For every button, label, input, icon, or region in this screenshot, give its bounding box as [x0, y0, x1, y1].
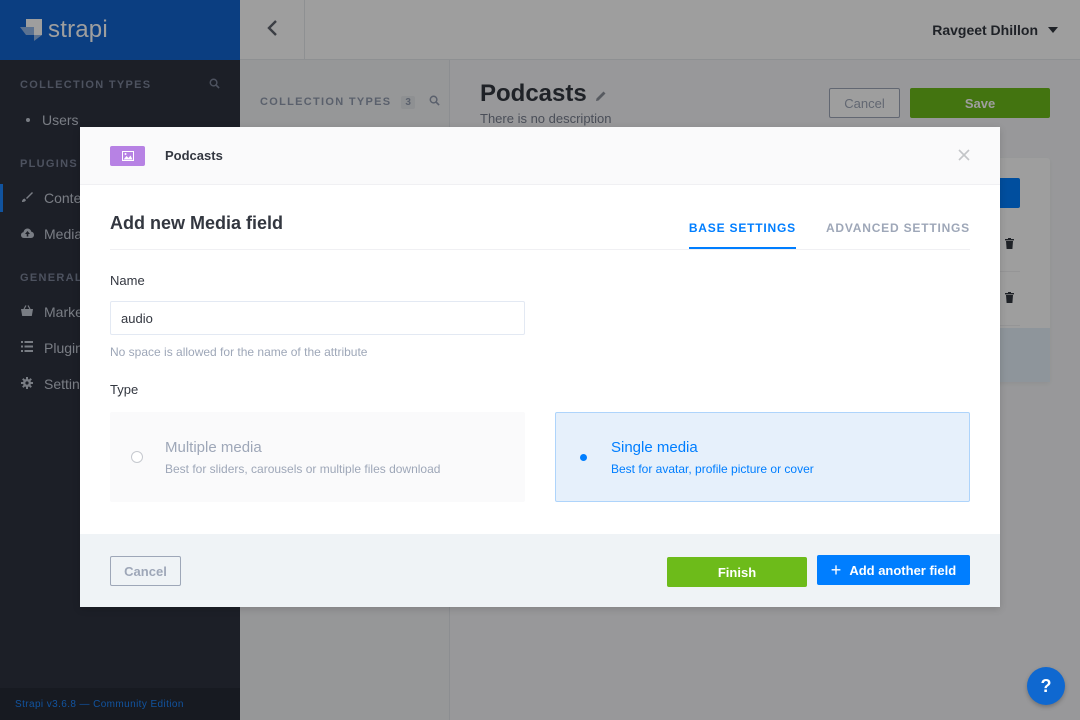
plus-icon: +	[830, 560, 842, 580]
name-label: Name	[110, 273, 145, 288]
media-field-icon	[110, 145, 145, 166]
settings-tabs: BASE SETTINGS ADVANCED SETTINGS	[659, 221, 970, 249]
help-button[interactable]: ?	[1027, 667, 1065, 705]
option-description: Best for avatar, profile picture or cove…	[611, 461, 814, 476]
finish-button[interactable]: Finish	[667, 557, 807, 587]
add-media-field-modal: Podcasts Add new Media field BASE SETTIN…	[80, 127, 1000, 607]
tab-base-settings[interactable]: BASE SETTINGS	[688, 221, 796, 249]
name-hint: No space is allowed for the name of the …	[110, 345, 368, 359]
single-media-option[interactable]: Single media Best for avatar, profile pi…	[555, 412, 970, 502]
modal-body: Add new Media field BASE SETTINGS ADVANC…	[80, 185, 1000, 534]
add-another-field-label: Add another field	[849, 562, 957, 578]
type-label: Type	[110, 382, 139, 397]
add-another-field-button[interactable]: + Add another field	[817, 555, 970, 585]
option-description: Best for sliders, carousels or multiple …	[165, 461, 441, 476]
modal-header: Podcasts	[80, 127, 1000, 185]
radio-selected-dot	[579, 453, 587, 461]
divider	[110, 249, 970, 250]
tab-advanced-settings[interactable]: ADVANCED SETTINGS	[826, 221, 970, 249]
option-text: Single media Best for avatar, profile pi…	[611, 439, 814, 476]
modal-footer: Cancel Finish + Add another field	[80, 534, 1000, 607]
modal-content-type-name: Podcasts	[165, 148, 223, 163]
close-icon[interactable]	[958, 145, 970, 165]
radio-button[interactable]	[131, 451, 143, 463]
modal-title: Add new Media field	[110, 213, 284, 233]
radio-button[interactable]	[577, 451, 589, 463]
option-text: Multiple media Best for sliders, carouse…	[165, 439, 440, 476]
modal-cancel-button[interactable]: Cancel	[110, 556, 181, 586]
name-input[interactable]	[110, 301, 525, 335]
option-title: Multiple media	[165, 438, 262, 456]
multiple-media-option[interactable]: Multiple media Best for sliders, carouse…	[110, 412, 525, 502]
option-title: Single media	[611, 438, 698, 456]
